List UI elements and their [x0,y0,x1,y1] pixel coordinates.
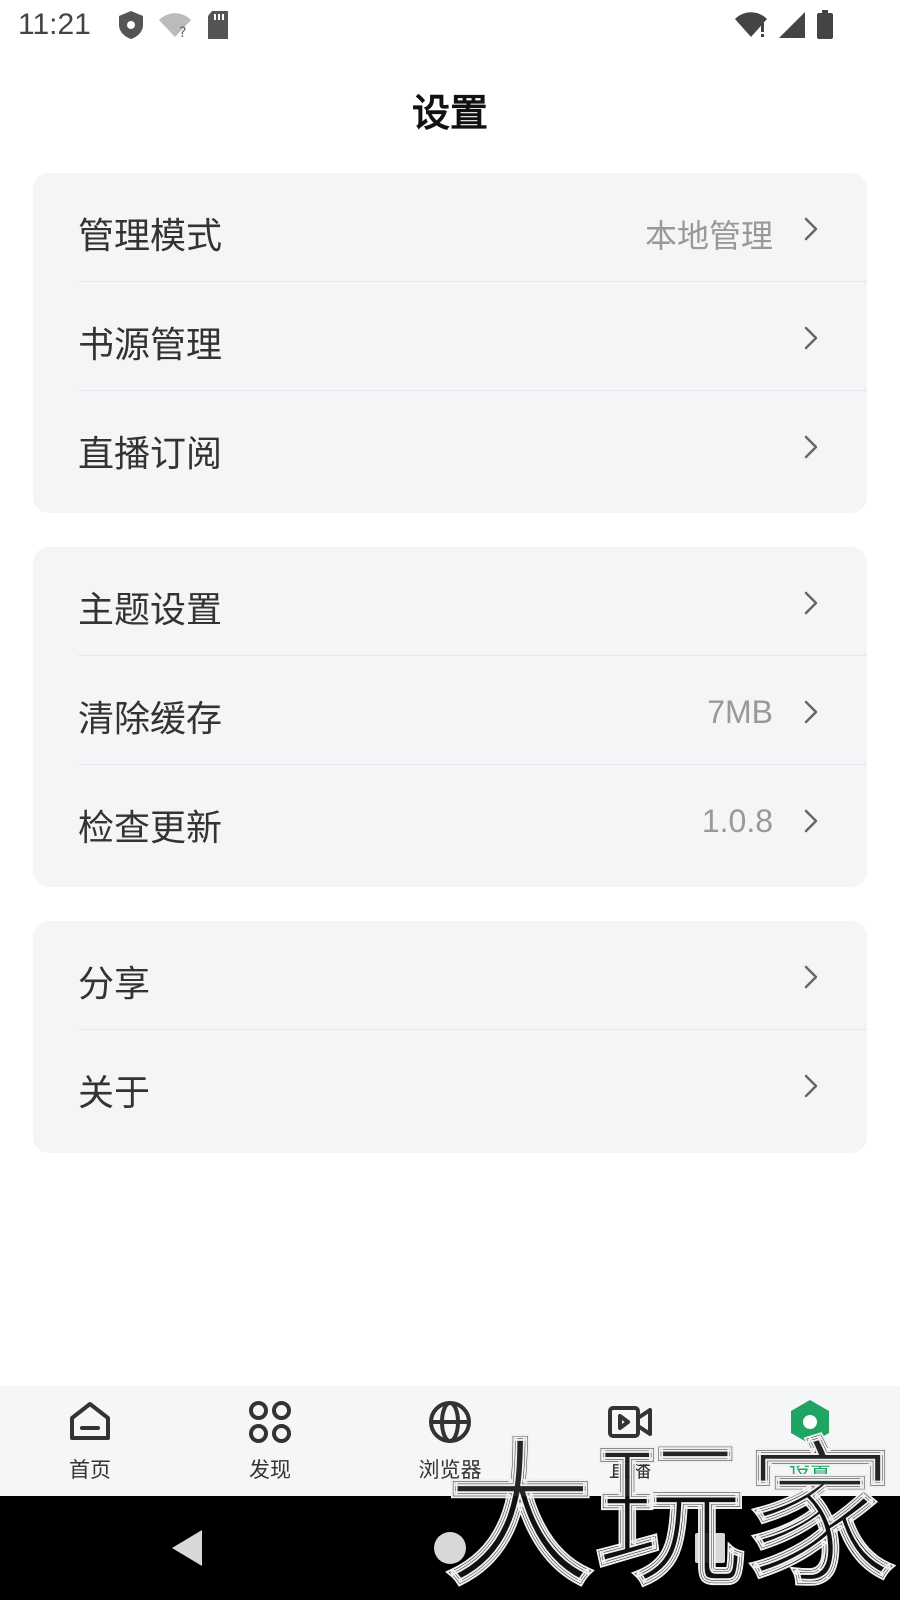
row-label: 主题设置 [78,590,223,631]
home-icon [70,1402,110,1440]
chevron-right-icon [804,809,818,833]
row-label: 关于 [78,1073,151,1114]
nav-item-settings[interactable]: 设置 [720,1386,900,1496]
wifi-alert-icon [735,12,767,37]
chevron-right-icon [804,700,818,724]
row-share[interactable]: 分享 [33,921,867,1030]
row-label: 检查更新 [78,808,223,849]
svg-text:?: ? [179,25,186,38]
sd-card-icon [208,11,228,39]
row-value: 本地管理 [644,218,773,254]
nav-label: 直播 [609,1458,651,1482]
android-nav-bar [0,1496,900,1600]
wifi-question-icon: ? [159,13,191,38]
settings-group-3: 分享 关于 [33,921,867,1153]
video-icon [608,1406,652,1438]
battery-icon [817,10,833,39]
chevron-right-icon [804,591,818,615]
settings-group-1: 管理模式 本地管理 书源管理 直播订阅 [33,173,867,513]
row-book-source[interactable]: 书源管理 [33,282,867,391]
chevron-right-icon [804,326,818,350]
version-value: 1.0.8 [701,803,773,839]
status-time: 11:21 [18,8,91,41]
row-management-mode[interactable]: 管理模式 本地管理 [33,173,867,282]
nav-item-live[interactable]: 直播 [540,1386,720,1496]
chevron-right-icon [804,1074,818,1098]
recents-icon[interactable] [694,1532,726,1564]
globe-icon [429,1401,471,1443]
row-about[interactable]: 关于 [33,1030,867,1139]
nav-item-home[interactable]: 首页 [0,1386,180,1496]
nav-label: 设置 [789,1458,831,1482]
row-label: 分享 [78,964,151,1005]
row-check-update[interactable]: 检查更新 1.0.8 [33,765,867,874]
row-label: 直播订阅 [78,434,223,475]
shield-icon [119,11,143,39]
home-circle-icon[interactable] [432,1530,468,1566]
status-bar: 11:21 ? [0,0,900,54]
chevron-right-icon [804,217,818,241]
row-theme-settings[interactable]: 主题设置 [33,547,867,656]
discover-icon [249,1401,291,1443]
chevron-right-icon [804,435,818,459]
nav-item-discover[interactable]: 发现 [180,1386,360,1496]
chevron-right-icon [804,965,818,989]
nav-label: 发现 [249,1458,291,1482]
settings-group-2: 主题设置 清除缓存 7MB 检查更新 1.0.8 [33,547,867,887]
row-live-subscription[interactable]: 直播订阅 [33,391,867,500]
row-clear-cache[interactable]: 清除缓存 7MB [33,656,867,765]
back-icon[interactable] [170,1528,206,1568]
row-label: 清除缓存 [78,699,223,740]
row-label: 书源管理 [78,325,223,366]
settings-hex-icon [791,1400,829,1444]
signal-icon [779,12,805,38]
bottom-nav: 首页 发现 浏览器 直播 设置 [0,1386,900,1496]
cache-size-value: 7MB [707,694,773,730]
nav-label: 首页 [69,1458,111,1482]
nav-item-browser[interactable]: 浏览器 [360,1386,540,1496]
nav-label: 浏览器 [418,1458,482,1482]
row-label: 管理模式 [78,216,223,257]
page-title: 设置 [411,91,488,135]
